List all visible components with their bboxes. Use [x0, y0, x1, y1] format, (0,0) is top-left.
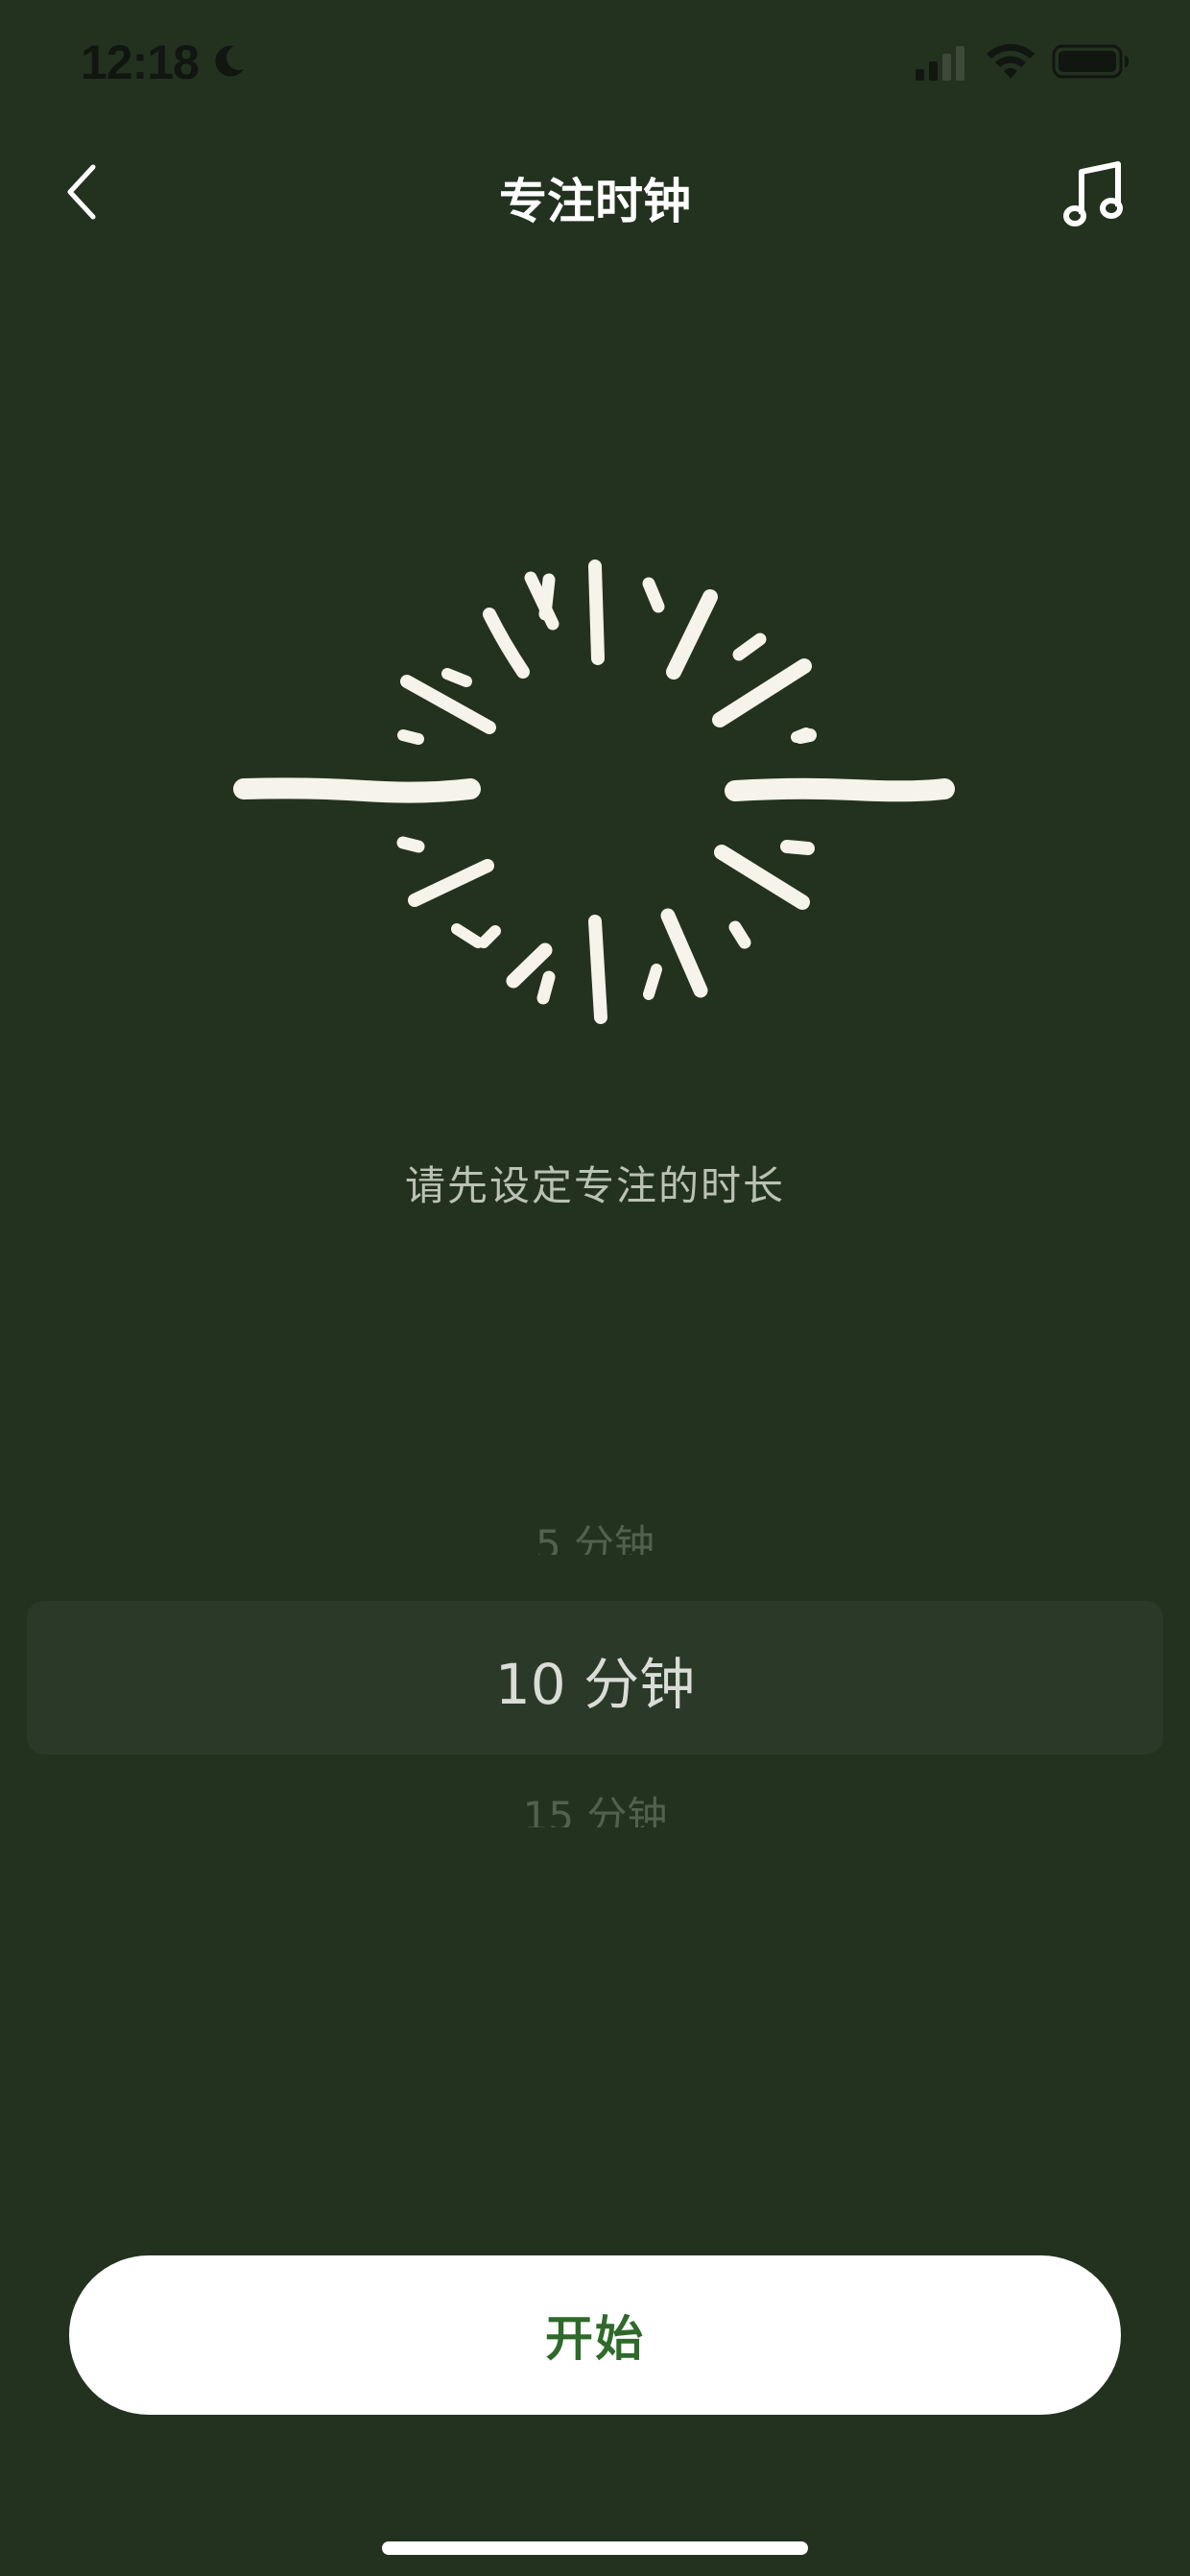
picker-option[interactable]: 15 分钟 [0, 1793, 1190, 1827]
status-bar: 12:18 [0, 0, 1190, 134]
start-button[interactable]: 开始 [69, 2255, 1121, 2415]
battery-icon [1052, 44, 1129, 79]
music-button[interactable] [1056, 155, 1132, 232]
start-button-label: 开始 [545, 2312, 645, 2366]
moon-icon [215, 45, 244, 77]
page-title: 专注时钟 [499, 174, 691, 229]
cellular-signal-icon [916, 46, 964, 81]
home-indicator [382, 2541, 808, 2555]
duration-picker[interactable]: 5 分钟 10 分钟 15 分钟 [0, 1497, 1190, 1862]
duration-prompt: 请先设定专注的时长 [404, 1162, 785, 1209]
picker-option[interactable]: 5 分钟 [0, 1516, 1190, 1555]
sunburst-icon [233, 560, 955, 1024]
focus-clock-screen: 12:18 专注时钟 请先设定专注的时长 5 分钟 10 分钟 15 分钟 开始 [0, 0, 1190, 2576]
navigation-bar: 专注时钟 [0, 134, 1190, 250]
wifi-icon [987, 43, 1035, 79]
status-time: 12:18 [81, 36, 200, 89]
picker-option-selected[interactable]: 10 分钟 [0, 1639, 1190, 1720]
music-note-icon [1063, 161, 1123, 227]
